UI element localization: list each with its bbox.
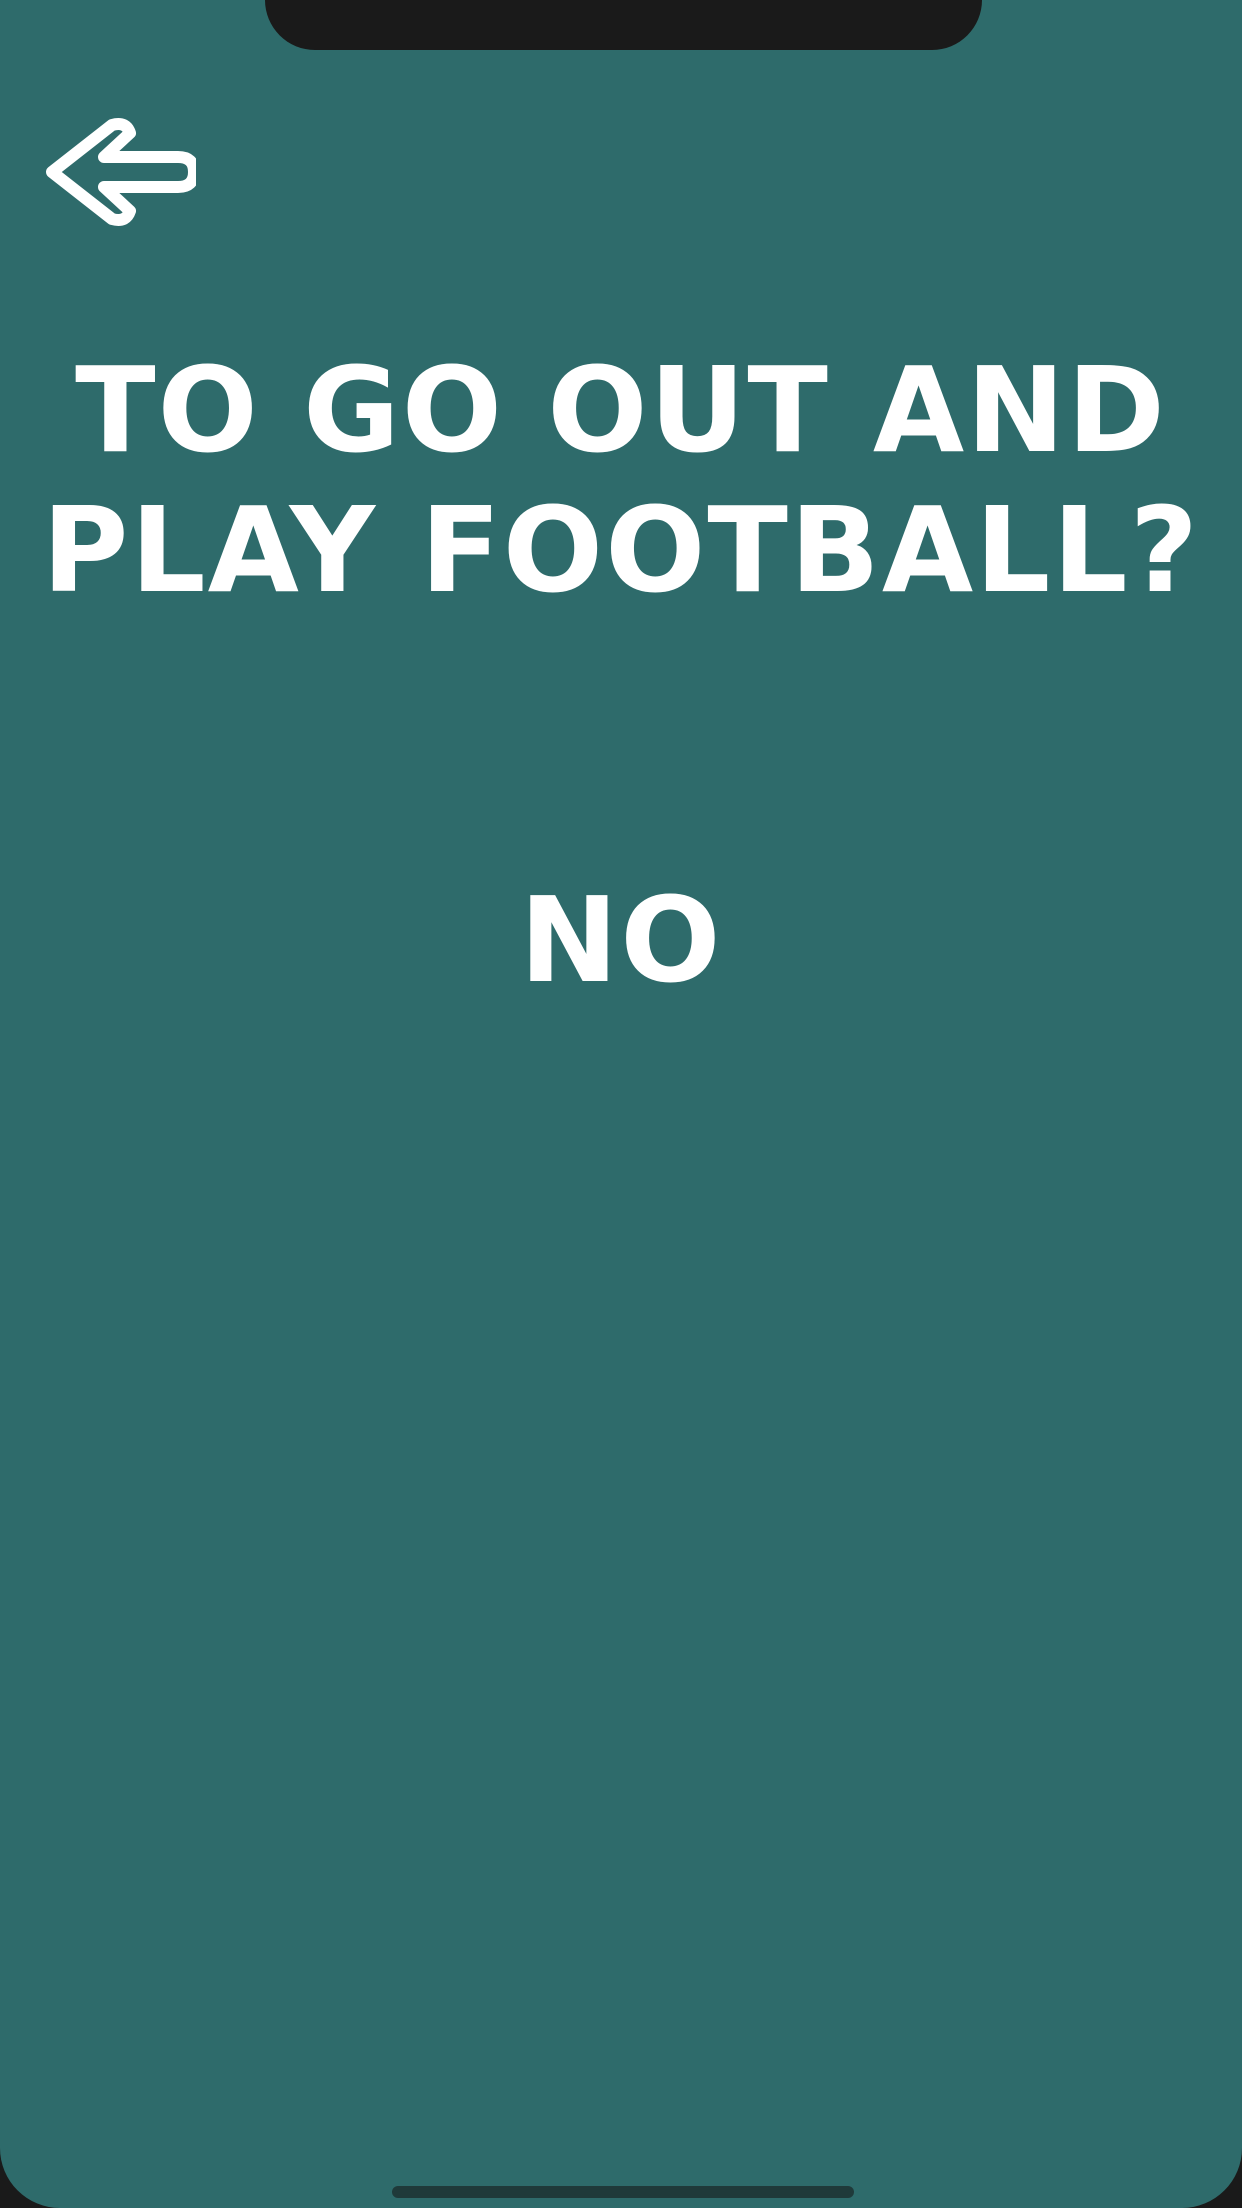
answer-text[interactable]: NO <box>0 870 1242 1010</box>
back-button[interactable] <box>34 115 196 230</box>
question-text: TO GO OUT AND PLAY FOOTBALL? <box>41 341 1201 619</box>
device-notch <box>265 0 982 50</box>
home-indicator[interactable] <box>392 2186 854 2198</box>
app-screen: TO GO OUT AND PLAY FOOTBALL? NO <box>0 0 1242 2208</box>
arrow-left-icon <box>46 118 196 226</box>
